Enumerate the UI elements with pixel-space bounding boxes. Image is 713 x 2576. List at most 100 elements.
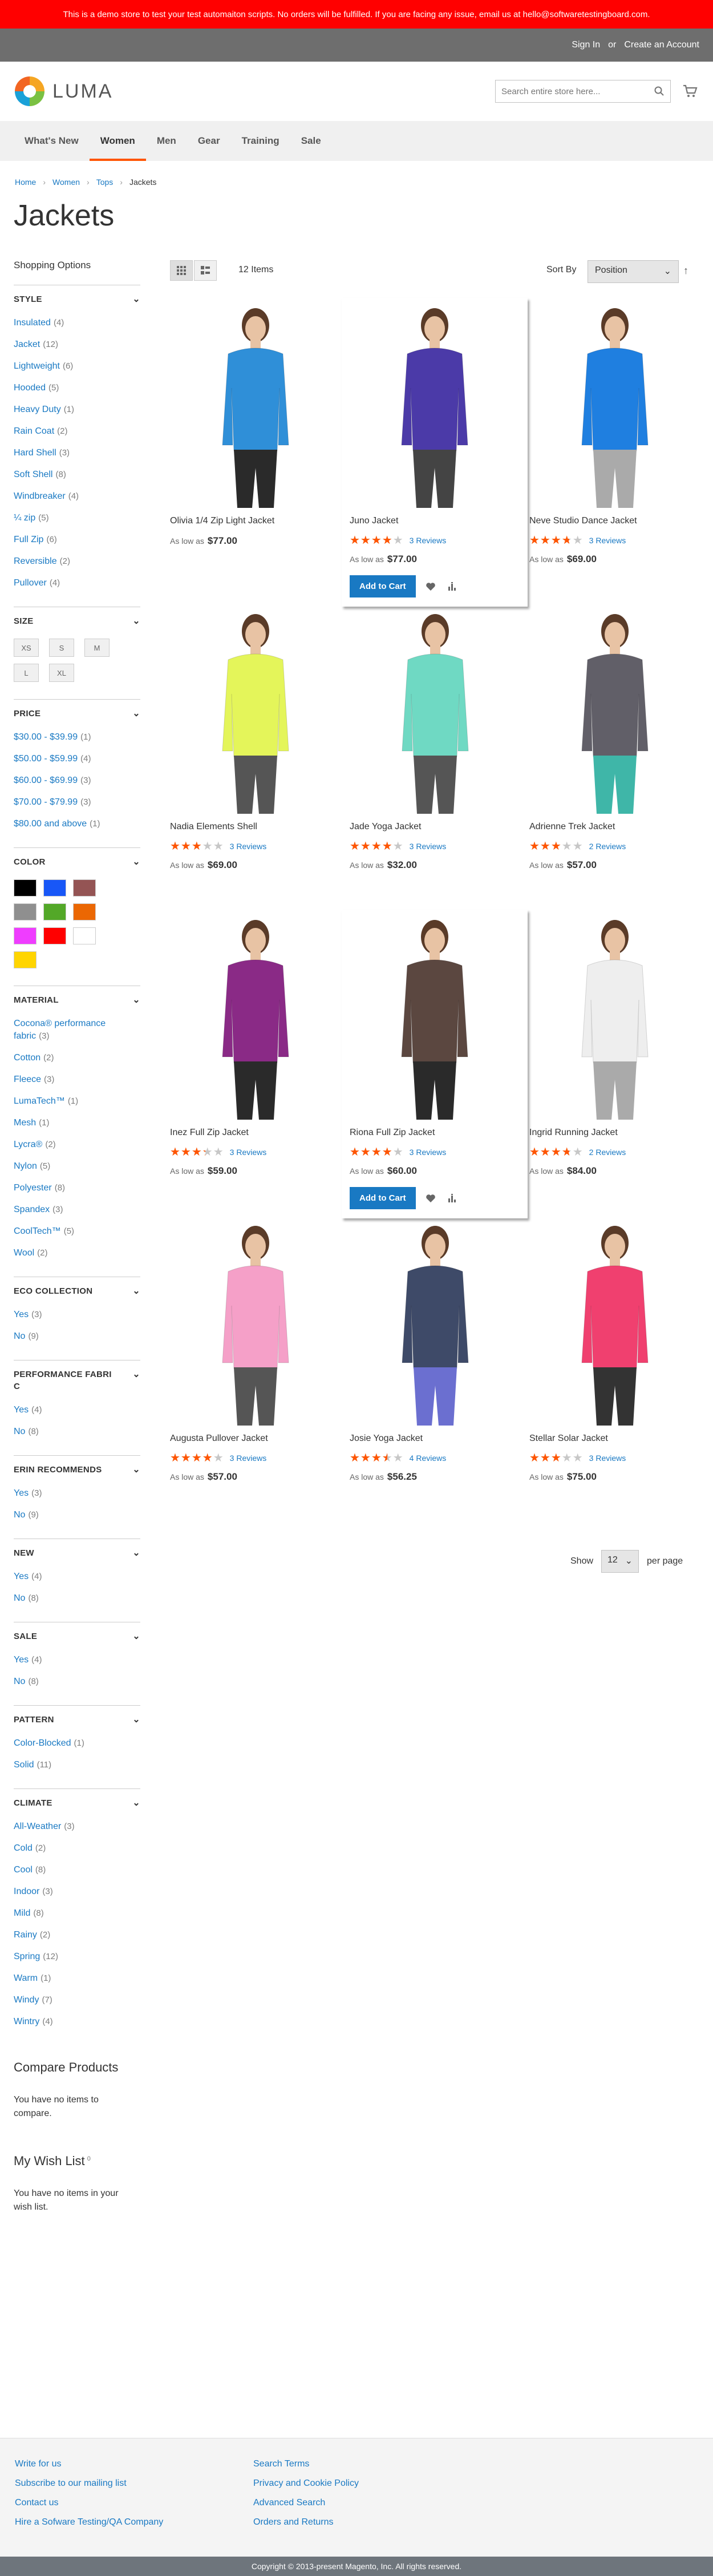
filter-option[interactable]: Soft Shell (8) bbox=[14, 469, 140, 481]
filter-option[interactable]: Warm (1) bbox=[14, 1972, 140, 1985]
sort-direction-arrow-icon[interactable]: ↑ bbox=[683, 265, 688, 277]
size-swatch[interactable]: L bbox=[14, 664, 39, 682]
filter-option[interactable]: Insulated (4) bbox=[14, 317, 140, 329]
filter-option[interactable]: Yes (3) bbox=[14, 1309, 140, 1321]
color-swatch[interactable] bbox=[43, 879, 66, 897]
product-image[interactable] bbox=[350, 914, 520, 1120]
product-item[interactable]: Jade Yoga Jacket ★★★★★★★★★★ 3 Reviews As lo… bbox=[350, 608, 521, 871]
nav-item-men[interactable]: Men bbox=[146, 121, 187, 161]
filter-title-style[interactable]: STYLE ⌄ bbox=[14, 293, 140, 305]
filter-option[interactable]: No (9) bbox=[14, 1330, 140, 1343]
product-name[interactable]: Olivia 1/4 Zip Light Jacket bbox=[170, 516, 341, 528]
product-image[interactable] bbox=[529, 608, 700, 814]
color-swatch[interactable] bbox=[43, 903, 66, 920]
add-to-cart-button[interactable]: Add to Cart bbox=[350, 1187, 416, 1209]
filter-option[interactable]: Lightweight (6) bbox=[14, 360, 140, 373]
grid-mode-button[interactable] bbox=[170, 260, 193, 281]
product-name[interactable]: Inez Full Zip Jacket bbox=[170, 1128, 341, 1140]
product-image[interactable] bbox=[170, 608, 341, 814]
footer-link-advanced-search[interactable]: Advanced Search bbox=[253, 2498, 359, 2508]
color-swatch[interactable] bbox=[14, 927, 37, 944]
product-name[interactable]: Jade Yoga Jacket bbox=[350, 822, 521, 834]
size-swatch[interactable]: XS bbox=[14, 639, 39, 657]
filter-option[interactable]: Nylon (5) bbox=[14, 1160, 140, 1173]
product-name[interactable]: Adrienne Trek Jacket bbox=[529, 822, 700, 834]
product-item[interactable]: Josie Yoga Jacket ★★★★★★★★★★ 4 Reviews As l… bbox=[350, 1220, 521, 1483]
product-item[interactable]: Neve Studio Dance Jacket ★★★★★★★★★★ 3 Revi… bbox=[529, 302, 700, 565]
product-name[interactable]: Augusta Pullover Jacket bbox=[170, 1434, 341, 1446]
filter-option[interactable]: $70.00 - $79.99 (3) bbox=[14, 796, 140, 809]
search-input[interactable] bbox=[501, 86, 644, 96]
footer-link-contact[interactable]: Contact us bbox=[15, 2498, 163, 2508]
reviews-link[interactable]: 3 Reviews bbox=[410, 1148, 447, 1157]
filter-option[interactable]: ¼ zip (5) bbox=[14, 512, 140, 524]
reviews-link[interactable]: 3 Reviews bbox=[230, 1148, 267, 1157]
filter-option[interactable]: Yes (4) bbox=[14, 1404, 140, 1416]
filter-option[interactable]: Yes (4) bbox=[14, 1654, 140, 1666]
reviews-link[interactable]: 3 Reviews bbox=[589, 536, 626, 545]
product-item[interactable]: Juno Jacket ★★★★★★★★★★ 3 Reviews As low as$… bbox=[342, 298, 528, 607]
add-to-cart-button[interactable]: Add to Cart bbox=[350, 575, 416, 597]
filter-option[interactable]: Color-Blocked (1) bbox=[14, 1737, 140, 1750]
breadcrumb-home[interactable]: Home bbox=[15, 177, 36, 187]
filter-option[interactable]: Yes (4) bbox=[14, 1570, 140, 1583]
filter-title-color[interactable]: COLOR ⌄ bbox=[14, 856, 140, 868]
footer-link-privacy[interactable]: Privacy and Cookie Policy bbox=[253, 2478, 359, 2489]
wishlist-heart-icon[interactable] bbox=[424, 580, 437, 593]
filter-option[interactable]: Fleece (3) bbox=[14, 1073, 140, 1086]
product-name[interactable]: Juno Jacket bbox=[350, 516, 520, 528]
reviews-link[interactable]: 3 Reviews bbox=[410, 536, 447, 545]
filter-title-erin[interactable]: ERIN RECOMMENDS ⌄ bbox=[14, 1464, 140, 1476]
filter-option[interactable]: Mesh (1) bbox=[14, 1117, 140, 1129]
filter-option[interactable]: All-Weather (3) bbox=[14, 1820, 140, 1833]
product-image[interactable] bbox=[350, 1220, 521, 1426]
reviews-link[interactable]: 3 Reviews bbox=[230, 1453, 267, 1463]
wishlist-heart-icon[interactable] bbox=[424, 1192, 437, 1205]
breadcrumb-tops[interactable]: Tops bbox=[96, 177, 114, 187]
color-swatch[interactable] bbox=[73, 879, 96, 897]
filter-option[interactable]: Full Zip (6) bbox=[14, 534, 140, 546]
compare-icon[interactable] bbox=[445, 1192, 459, 1205]
color-swatch[interactable] bbox=[73, 927, 96, 944]
product-item[interactable]: Stellar Solar Jacket ★★★★★★★★★★ 3 Reviews A… bbox=[529, 1220, 700, 1483]
nav-item-training[interactable]: Training bbox=[231, 121, 290, 161]
product-name[interactable]: Neve Studio Dance Jacket bbox=[529, 516, 700, 528]
reviews-link[interactable]: 3 Reviews bbox=[589, 1453, 626, 1463]
sort-select[interactable]: Position ⌄ bbox=[588, 260, 679, 283]
filter-title-eco[interactable]: ECO COLLECTION ⌄ bbox=[14, 1285, 140, 1297]
filter-option[interactable]: CoolTech™ (5) bbox=[14, 1225, 140, 1238]
nav-item-sale[interactable]: Sale bbox=[290, 121, 332, 161]
filter-option[interactable]: $60.00 - $69.99 (3) bbox=[14, 774, 140, 787]
footer-link-search-terms[interactable]: Search Terms bbox=[253, 2459, 359, 2469]
create-account-link[interactable]: Create an Account bbox=[624, 40, 699, 50]
product-image[interactable] bbox=[350, 302, 520, 508]
filter-option[interactable]: $80.00 and above (1) bbox=[14, 818, 140, 830]
nav-item-whats-new[interactable]: What's New bbox=[14, 121, 90, 161]
product-item[interactable]: Adrienne Trek Jacket ★★★★★★★★★★ 2 Reviews A… bbox=[529, 608, 700, 871]
footer-link-write-for-us[interactable]: Write for us bbox=[15, 2459, 163, 2469]
color-swatch[interactable] bbox=[14, 903, 37, 920]
limiter-select[interactable]: 12 ⌄ bbox=[601, 1550, 639, 1573]
product-item[interactable]: Olivia 1/4 Zip Light Jacket As low as $77.… bbox=[170, 302, 341, 547]
nav-item-gear[interactable]: Gear bbox=[187, 121, 231, 161]
reviews-link[interactable]: 2 Reviews bbox=[589, 1148, 626, 1157]
filter-option[interactable]: Cocona® performance fabric (3) bbox=[14, 1018, 140, 1043]
reviews-link[interactable]: 2 Reviews bbox=[589, 842, 626, 851]
filter-option[interactable]: Rain Coat (2) bbox=[14, 425, 140, 438]
filter-option[interactable]: No (9) bbox=[14, 1509, 140, 1521]
size-swatch[interactable]: S bbox=[49, 639, 74, 657]
product-name[interactable]: Josie Yoga Jacket bbox=[350, 1434, 521, 1446]
filter-option[interactable]: Indoor (3) bbox=[14, 1885, 140, 1898]
product-name[interactable]: Stellar Solar Jacket bbox=[529, 1434, 700, 1446]
product-name[interactable]: Nadia Elements Shell bbox=[170, 822, 341, 834]
product-image[interactable] bbox=[529, 302, 700, 508]
color-swatch[interactable] bbox=[14, 879, 37, 897]
footer-link-hire[interactable]: Hire a Sofware Testing/QA Company bbox=[15, 2517, 163, 2527]
reviews-link[interactable]: 4 Reviews bbox=[410, 1453, 447, 1463]
nav-item-women[interactable]: Women bbox=[89, 121, 146, 161]
filter-title-material[interactable]: MATERIAL ⌄ bbox=[14, 994, 140, 1006]
reviews-link[interactable]: 3 Reviews bbox=[410, 842, 447, 851]
size-swatch[interactable]: M bbox=[84, 639, 110, 657]
product-name[interactable]: Riona Full Zip Jacket bbox=[350, 1128, 520, 1140]
filter-option[interactable]: Spring (12) bbox=[14, 1951, 140, 1963]
